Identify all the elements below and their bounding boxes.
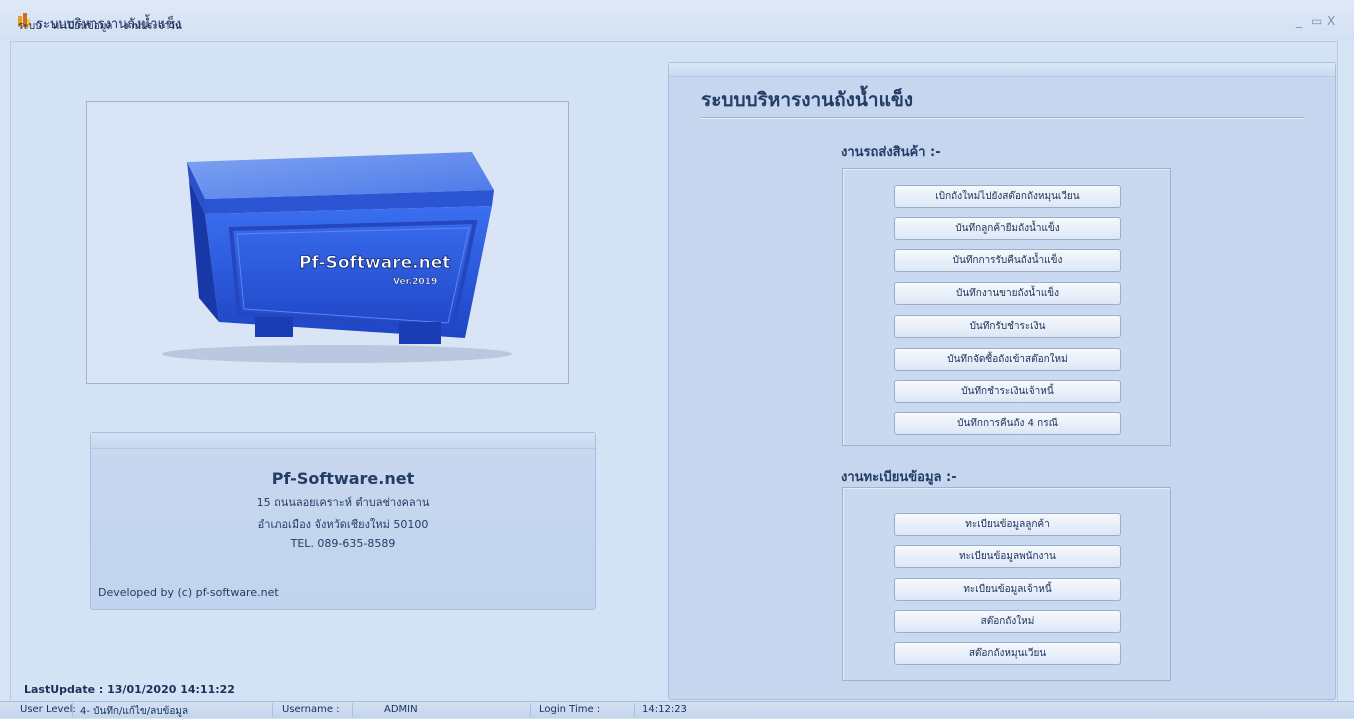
tank-return-4-cases-button[interactable]: บันทึกการคืนถัง 4 กรณี	[894, 412, 1121, 435]
username-label: Username :	[282, 704, 340, 715]
status-separator	[272, 703, 273, 717]
employee-registry-button[interactable]: ทะเบียนข้อมูลพนักงาน	[894, 545, 1121, 568]
menu-daily[interactable]: งานประจำวัน	[123, 19, 181, 37]
username-value: ADMIN	[384, 704, 418, 715]
product-image-frame: Pf-Software.net Ver.2019	[86, 101, 569, 384]
title-bar: ระบบบริหารงานถังน้ำแข็ง _ ▭ X ระบบ ทะเบี…	[0, 0, 1354, 40]
login-time-label: Login Time :	[539, 704, 601, 715]
menu-bar: ระบบ ทะเบียนข้อมูล งานประจำวัน	[18, 19, 182, 37]
user-level-label: User Level:	[20, 704, 76, 715]
title-divider	[701, 117, 1304, 119]
new-tank-stock-button[interactable]: สต๊อกถังใหม่	[894, 610, 1121, 633]
developer-credit: Developed by (c) pf-software.net	[98, 586, 279, 599]
company-name: Pf-Software.net	[271, 469, 415, 488]
pay-creditor-button[interactable]: บันทึกชำระเงินเจ้าหนี้	[894, 380, 1121, 403]
tank-sales-button[interactable]: บันทึกงานขายถังน้ำแข็ง	[894, 282, 1121, 305]
company-info-box: Pf-Software.net 15 ถนนลอยเคราะห์ ตำบลช่า…	[90, 432, 596, 610]
status-separator	[352, 703, 353, 717]
last-update: LastUpdate : 13/01/2020 14:11:22	[24, 683, 235, 696]
menu-system[interactable]: ระบบ	[18, 19, 41, 37]
login-time-value: 14:12:23	[642, 704, 687, 715]
minimize-button[interactable]: _	[1296, 14, 1302, 28]
image-brand-text: Pf-Software.net	[299, 253, 450, 273]
ice-cooler-image: Pf-Software.net Ver.2019	[162, 152, 512, 363]
delivery-section-title: งานรถส่งสินค้า :-	[841, 145, 941, 160]
status-separator	[530, 703, 531, 717]
status-bar: User Level: 4- บันทึก/แก้ไข/ลบข้อมูล Use…	[0, 701, 1354, 718]
panel-title: ระบบบริหารงานถังน้ำแข็ง	[701, 89, 914, 111]
maximize-button[interactable]: ▭	[1311, 14, 1322, 28]
purchase-stock-button[interactable]: บันทึกจัดซื้อถังเข้าสต๊อกใหม่	[894, 348, 1121, 371]
menu-panel: ระบบบริหารงานถังน้ำแข็ง งานรถส่งสินค้า :…	[668, 62, 1336, 700]
creditor-registry-button[interactable]: ทะเบียนข้อมูลเจ้าหนี้	[894, 578, 1121, 601]
receive-payment-button[interactable]: บันทึกรับชำระเงิน	[894, 315, 1121, 338]
circulating-tank-stock-button[interactable]: สต๊อกถังหมุนเวียน	[894, 642, 1121, 665]
status-separator	[72, 703, 73, 717]
customer-registry-button[interactable]: ทะเบียนข้อมูลลูกค้า	[894, 513, 1121, 536]
company-phone: TEL. 089-635-8589	[290, 537, 396, 550]
tank-return-button[interactable]: บันทึกการรับคืนถังน้ำแข็ง	[894, 249, 1121, 272]
withdraw-new-tanks-button[interactable]: เบิกถังใหม่ไปยังสต๊อกถังหมุนเวียน	[894, 185, 1121, 208]
main-area: Pf-Software.net Ver.2019 Pf-Software.net…	[10, 41, 1338, 703]
customer-borrow-button[interactable]: บันทึกลูกค้ายืมถังน้ำแข็ง	[894, 217, 1121, 240]
panel-header-strip	[669, 63, 1335, 77]
image-version-text: Ver.2019	[393, 277, 437, 287]
status-separator	[634, 703, 635, 717]
menu-registry[interactable]: ทะเบียนข้อมูล	[52, 19, 112, 37]
close-button[interactable]: X	[1327, 14, 1335, 28]
company-address-2: อำเภอเมือง จังหวัดเชียงใหม่ 50100	[257, 518, 429, 531]
delivery-group: เบิกถังใหม่ไปยังสต๊อกถังหมุนเวียน บันทึก…	[842, 168, 1171, 446]
info-header-strip	[91, 433, 595, 449]
registry-section-title: งานทะเบียนข้อมูล :-	[841, 470, 957, 485]
company-address-1: 15 ถนนลอยเคราะห์ ตำบลช่างคลาน	[256, 496, 430, 509]
registry-group: ทะเบียนข้อมูลลูกค้า ทะเบียนข้อมูลพนักงาน…	[842, 487, 1171, 681]
